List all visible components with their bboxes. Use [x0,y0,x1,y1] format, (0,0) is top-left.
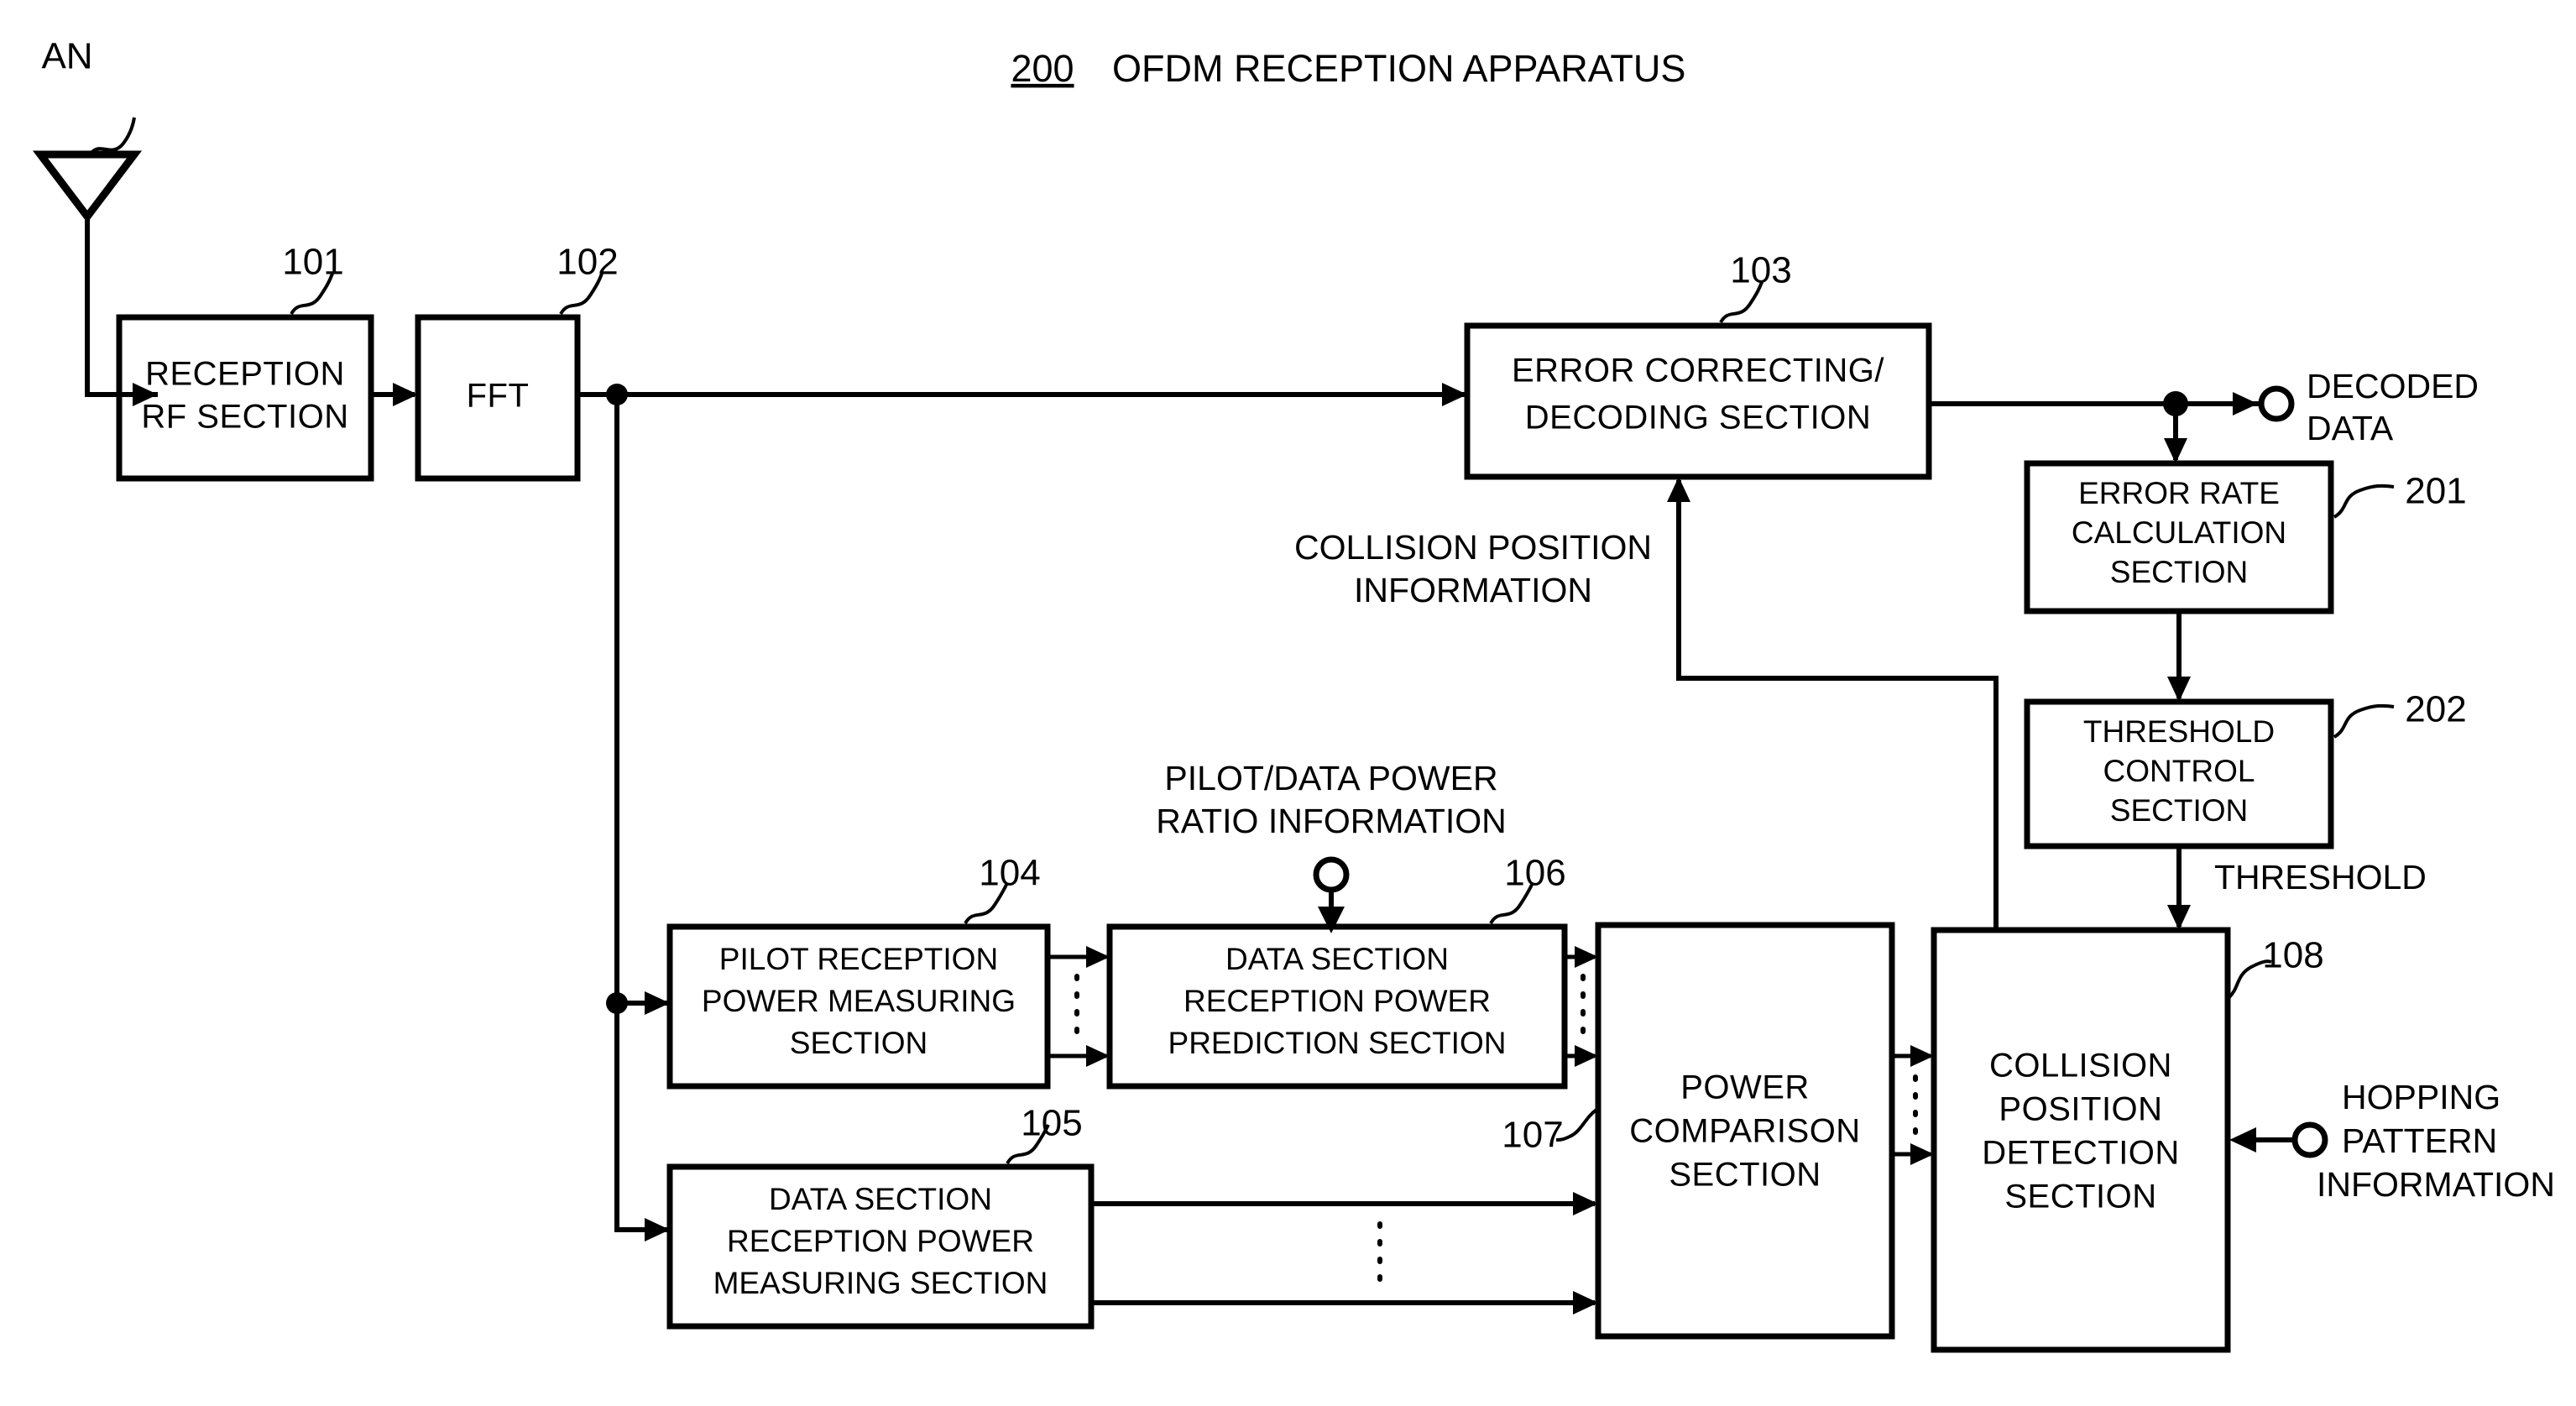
block-108-line-1: COLLISION [1989,1048,2172,1085]
block-102-line-1: FFT [467,378,530,415]
arrow-to-201 [2164,438,2187,463]
collision-position-information-feedback: COLLISION POSITION INFORMATION [1294,477,1999,930]
arrow-202-to-108 [2167,905,2191,930]
antenna-label: AN [41,36,92,77]
block-101-line-1: RECEPTION [145,356,345,393]
decoded-data-bus: DECODED DATA [1929,367,2479,463]
pilot-data-power-ratio-line-2: RATIO INFORMATION [1156,802,1507,840]
threshold-label: THRESHOLD [2214,858,2427,896]
figure-title: 200 OFDM RECEPTION APPARATUS [1011,47,1685,90]
arrow-to-decoded-data-terminal [2233,392,2258,416]
block-202-ref: 202 [2405,689,2466,730]
block-102-fft: FFT 102 [415,242,619,482]
block-201-ref: 201 [2405,471,2466,512]
block-201-error-rate-calculation-section: ERROR RATE CALCULATION SECTION 201 [2024,460,2467,614]
block-104-line-3: SECTION [790,1026,927,1060]
pilot-data-power-ratio-information-input: PILOT/DATA POWER RATIO INFORMATION [1156,759,1507,933]
block-108-line-2: POSITION [1999,1091,2162,1128]
block-106-line-2: RECEPTION POWER [1183,984,1491,1018]
junction-dot-fft-out [606,384,628,405]
block-106-ref: 106 [1504,853,1565,894]
hopping-pattern-line-1: HOPPING [2342,1078,2500,1116]
pilot-data-power-ratio-terminal [1313,856,1350,893]
block-102-ref: 102 [556,242,618,283]
block-101-reception-rf-section: RECEPTION RF SECTION 101 [116,242,374,482]
block-107-line-3: SECTION [1669,1157,1821,1194]
block-108-ref: 108 [2262,935,2323,976]
arrow-201-to-202 [2167,677,2191,702]
decoded-data-label-line-2: DATA [2307,409,2394,447]
block-104-pilot-reception-power-measuring-section: PILOT RECEPTION POWER MEASURING SECTION … [666,853,1051,1090]
block-107-power-comparison-section: POWER COMPARISON SECTION 107 [1502,922,1895,1340]
junction-dot-decoded-data [2163,391,2188,416]
block-202-threshold-control-section: THRESHOLD CONTROL SECTION 202 [2024,689,2467,849]
arrow-101-to-102 [393,383,418,406]
figure-title-text: OFDM RECEPTION APPARATUS [1112,47,1685,90]
block-107-line-2: COMPARISON [1629,1113,1860,1150]
ofdm-reception-apparatus-diagram: 200 OFDM RECEPTION APPARATUS AN RECEPTIO… [32,36,2555,1353]
bus-105-to-107 [1091,1192,1598,1315]
bus-104-to-106 [1048,946,1110,1067]
antenna-symbol: AN [32,36,158,397]
decoded-data-terminal [2258,385,2295,422]
block-103-line-1: ERROR CORRECTING/ [1512,353,1884,389]
hopping-pattern-line-2: PATTERN [2342,1121,2497,1160]
block-104-line-1: PILOT RECEPTION [719,942,998,976]
block-101-line-2: RF SECTION [141,399,348,436]
block-108-line-3: DETECTION [1982,1135,2180,1172]
block-105-data-section-reception-power-measuring-section: DATA SECTION RECEPTION POWER MEASURING S… [666,1103,1095,1330]
block-105-line-2: RECEPTION POWER [727,1224,1034,1258]
arrow-hopping-to-108 [2229,1127,2256,1153]
arrow-fft-to-104 [645,991,670,1015]
decoded-data-label-line-1: DECODED [2307,367,2479,405]
block-104-ref: 104 [979,853,1040,894]
hopping-pattern-line-3: INFORMATION [2317,1165,2555,1204]
block-104-line-2: POWER MEASURING [702,984,1016,1018]
block-201-line-3: SECTION [2110,555,2248,589]
bus-107-to-108 [1892,1045,1934,1165]
block-105-line-3: MEASURING SECTION [713,1266,1048,1300]
bus-106-to-107 [1565,946,1598,1067]
block-202-line-1: THRESHOLD [2083,714,2275,749]
arrow-fft-to-105 [645,1218,670,1241]
threshold-signal: THRESHOLD [2167,846,2427,930]
block-201-line-2: CALCULATION [2072,515,2286,550]
block-106-line-3: PREDICTION SECTION [1168,1026,1507,1060]
collision-position-information-line-1: COLLISION POSITION [1294,528,1652,567]
block-101-ref: 101 [282,242,343,283]
block-106-line-1: DATA SECTION [1225,942,1449,976]
block-103-error-correcting-decoding-section: ERROR CORRECTING/ DECODING SECTION 103 [1464,250,1932,480]
block-107-ref: 107 [1502,1115,1563,1156]
block-107-line-1: POWER [1680,1069,1810,1106]
arrow-collision-info-to-103 [1667,477,1690,502]
block-105-ref: 105 [1021,1103,1082,1144]
figure-title-number: 200 [1011,47,1074,90]
arrow-fft-to-103 [1442,383,1467,406]
block-103-line-2: DECODING SECTION [1525,400,1871,436]
hopping-pattern-information-input: HOPPING PATTERN INFORMATION [2229,1078,2555,1204]
junction-dot-fft-branch [606,992,628,1014]
block-202-line-2: CONTROL [2103,754,2255,788]
block-108-line-4: SECTION [2004,1179,2156,1215]
hopping-pattern-terminal [2291,1121,2328,1158]
pilot-data-power-ratio-line-1: PILOT/DATA POWER [1164,759,1497,797]
collision-position-information-line-2: INFORMATION [1354,571,1592,609]
block-105-line-1: DATA SECTION [769,1182,992,1216]
block-201-line-1: ERROR RATE [2078,476,2280,510]
block-202-line-3: SECTION [2110,793,2248,828]
